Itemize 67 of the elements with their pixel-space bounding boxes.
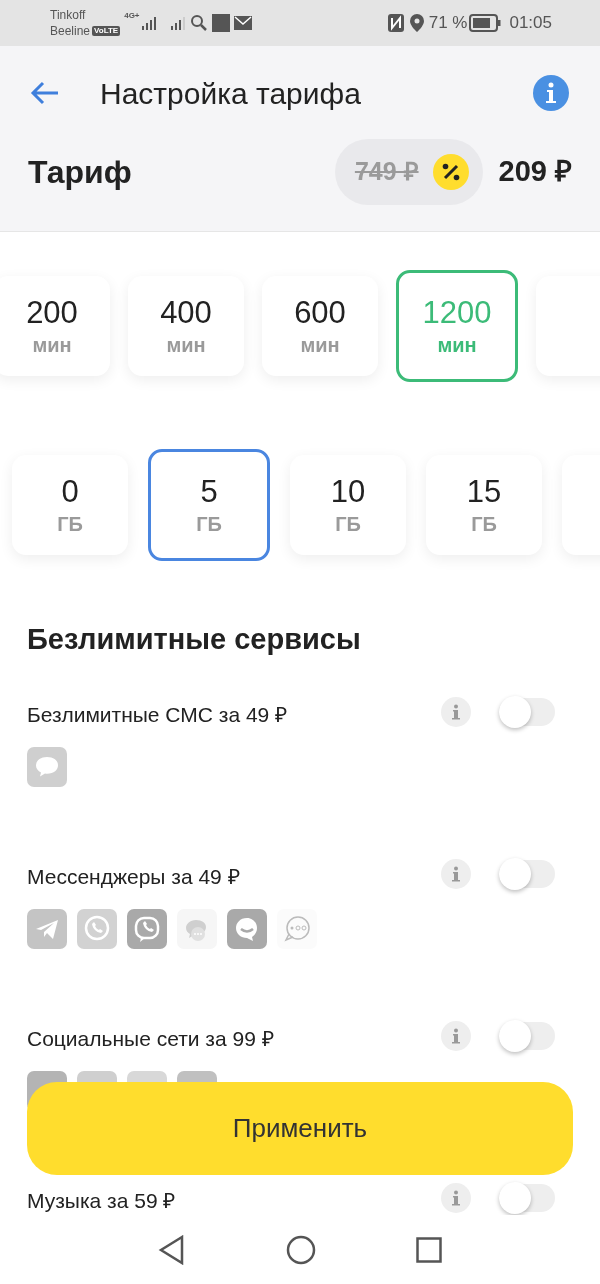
phone-bubble-icon [77, 909, 117, 949]
home-icon[interactable] [286, 1234, 316, 1265]
option-unit: мин [437, 332, 477, 358]
option-unit: ГБ [471, 512, 497, 538]
info-icon[interactable] [441, 697, 471, 727]
percent-icon [432, 154, 469, 190]
option-unit: ГБ [57, 512, 83, 538]
signal-icon [140, 15, 157, 31]
option-card[interactable]: 200 мин [0, 275, 110, 376]
battery-icon [469, 14, 502, 32]
toggle-switch[interactable] [499, 860, 555, 888]
location-icon [409, 14, 424, 32]
toggle-switch[interactable] [499, 698, 555, 726]
clock: 01:05 [509, 12, 552, 35]
tariff-label: Тариф [28, 153, 133, 192]
price: 209 ₽ [498, 154, 572, 190]
info-icon[interactable] [441, 859, 471, 889]
back-arrow-icon[interactable] [30, 81, 60, 105]
apply-button[interactable]: Применить [27, 1082, 573, 1175]
carrier-name: Beeline [50, 23, 91, 39]
square-icon [211, 14, 230, 32]
info-icon[interactable] [441, 1021, 471, 1051]
option-unit: ГБ [335, 512, 361, 538]
page-title: Настройка тарифа [100, 75, 362, 112]
option-value: 15 [466, 473, 502, 512]
service-label: Мессенджеры за 49 ₽ [27, 864, 241, 890]
signal-icon [169, 15, 186, 31]
chat-dots-icon [177, 909, 217, 949]
option-value: 200 [26, 293, 78, 332]
chat-bubble-icon [27, 747, 67, 787]
service-label: Социальные сети за 99 ₽ [27, 1026, 275, 1052]
option-unit: мин [166, 332, 206, 358]
option-value: 5 [200, 473, 218, 512]
carrier-name: Tinkoff [50, 7, 87, 23]
option-card[interactable]: 600 мин [262, 275, 378, 376]
mail-icon [233, 16, 252, 30]
option-value: 400 [160, 293, 212, 332]
toggle-switch[interactable] [499, 1184, 555, 1212]
option-card[interactable]: 5 ГБ [148, 449, 270, 562]
option-card[interactable]: 15 ГБ [426, 455, 542, 556]
recent-apps-icon[interactable] [416, 1236, 442, 1263]
option-unit: мин [300, 332, 340, 358]
option-unit: ГБ [196, 512, 222, 538]
section-title: Безлимитные сервисы [27, 622, 362, 657]
toggle-switch[interactable] [499, 1022, 555, 1050]
option-card[interactable]: 10 ГБ [290, 455, 406, 556]
service-label: Безлимитные СМС за 49 ₽ [27, 702, 289, 728]
option-card[interactable]: 0 ГБ [12, 455, 128, 556]
option-value: 10 [330, 473, 366, 512]
phone-bubble-icon [127, 909, 167, 949]
smile-bubble-icon [227, 909, 267, 949]
search-icon [189, 14, 208, 32]
option-value: 1200 [422, 293, 492, 332]
nfc-icon [387, 14, 404, 32]
battery-percent: 71 % [428, 12, 468, 35]
paper-plane-icon [27, 909, 67, 949]
volte-badge: VoLTE [92, 26, 121, 36]
option-value: 600 [294, 293, 346, 332]
option-value: 0 [61, 473, 79, 512]
option-card[interactable]: 400 мин [128, 275, 244, 376]
info-icon[interactable] [532, 74, 570, 112]
option-unit: мин [32, 332, 72, 358]
back-icon[interactable] [158, 1234, 186, 1265]
network-type: 4G+ [124, 10, 140, 22]
old-price: 749 ₽ [354, 156, 419, 188]
service-label: Музыка за 59 ₽ [27, 1188, 177, 1214]
info-icon[interactable] [441, 1183, 471, 1213]
